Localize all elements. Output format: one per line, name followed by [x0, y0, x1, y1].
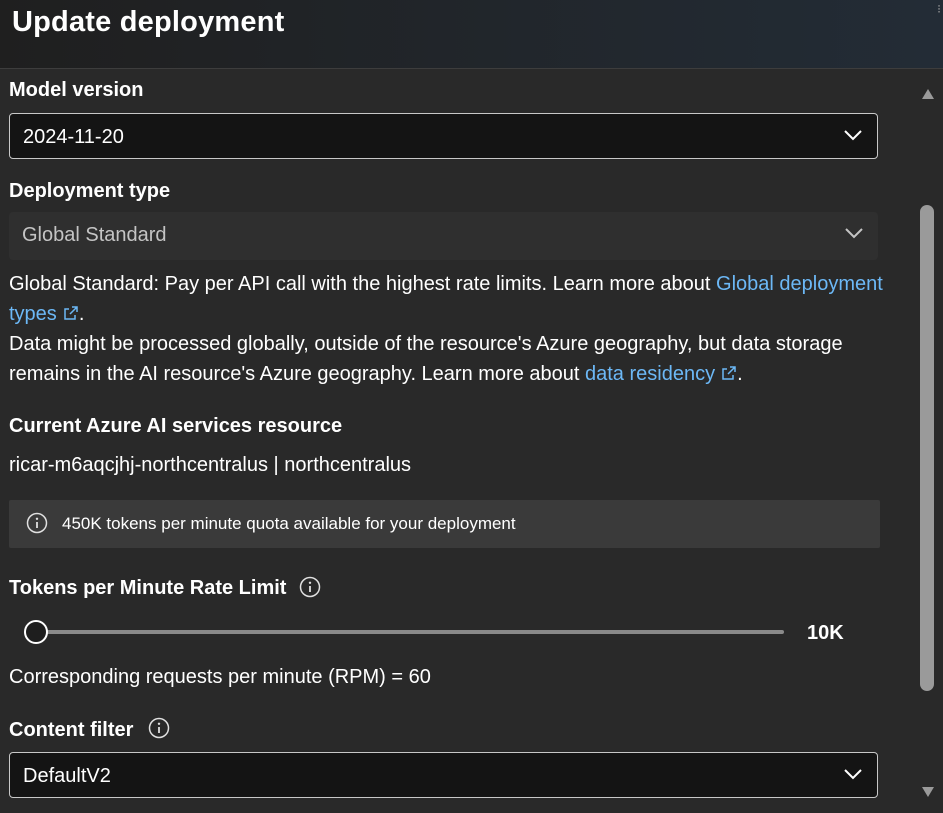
external-link-icon	[722, 366, 736, 380]
info-icon[interactable]	[148, 717, 170, 739]
panel-header: Update deployment ⁝	[0, 0, 943, 69]
content-filter-dropdown[interactable]: DefaultV2	[9, 752, 878, 798]
external-link-icon	[64, 306, 78, 320]
deployment-type-description: Global Standard: Pay per API call with t…	[9, 269, 889, 389]
rate-limit-slider-track[interactable]	[36, 630, 784, 634]
deployment-type-dropdown: Global Standard	[9, 212, 878, 260]
model-version-label: Model version	[9, 79, 144, 101]
rate-limit-value: 10K	[807, 622, 844, 644]
rate-limit-slider-thumb[interactable]	[24, 620, 48, 644]
chevron-down-icon	[844, 130, 862, 141]
content-filter-value: DefaultV2	[23, 765, 111, 787]
more-icon[interactable]: ⁝	[937, 2, 941, 16]
rate-limit-label: Tokens per Minute Rate Limit	[9, 577, 287, 599]
content-filter-label: Content filter	[9, 719, 134, 741]
description-text: .	[78, 303, 85, 325]
scrollbar[interactable]	[916, 69, 943, 813]
deployment-type-label: Deployment type	[9, 180, 171, 202]
panel-content: Model version 2024-11-20 Deployment type…	[0, 69, 915, 813]
resource-label: Current Azure AI services resource	[9, 415, 343, 437]
scrollbar-thumb[interactable]	[920, 205, 934, 691]
description-text: .	[737, 363, 743, 385]
quota-info-bar: 450K tokens per minute quota available f…	[9, 500, 880, 548]
data-residency-link[interactable]: data residency	[585, 363, 737, 385]
scroll-up-arrow-icon[interactable]	[922, 89, 934, 99]
description-text: Global Standard: Pay per API call with t…	[9, 273, 717, 295]
resource-value: ricar-m6aqcjhj-northcentralus | northcen…	[9, 454, 412, 476]
rpm-text: Corresponding requests per minute (RPM) …	[9, 666, 431, 688]
page-title: Update deployment	[12, 6, 285, 38]
info-icon	[26, 512, 48, 534]
deployment-type-value: Global Standard	[22, 224, 167, 246]
scroll-down-arrow-icon[interactable]	[922, 787, 934, 797]
chevron-down-icon	[845, 228, 863, 239]
quota-message: 450K tokens per minute quota available f…	[62, 514, 516, 533]
info-icon[interactable]	[299, 576, 321, 598]
model-version-dropdown[interactable]: 2024-11-20	[9, 113, 878, 159]
model-version-value: 2024-11-20	[23, 126, 124, 148]
chevron-down-icon	[844, 769, 862, 780]
